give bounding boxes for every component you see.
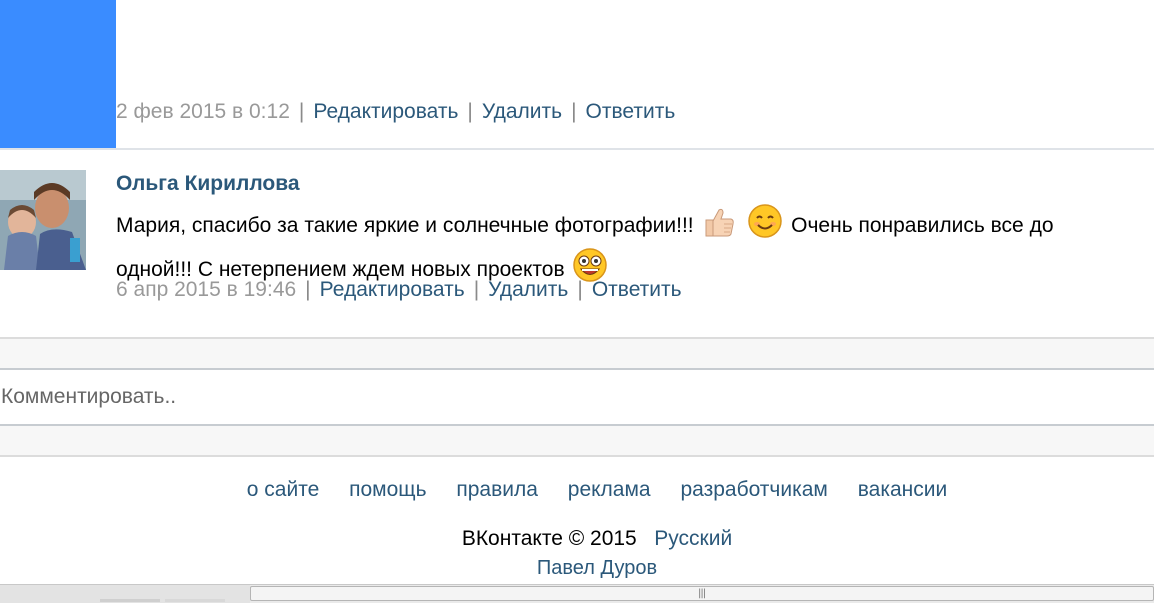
comment-date[interactable]: 6 апр 2015 в 19:46	[116, 278, 296, 301]
reply-link[interactable]: Ответить	[586, 100, 676, 123]
scrollbar-track-segment	[100, 599, 160, 602]
avatar-photo	[0, 170, 86, 270]
comment-box-bottom-band	[0, 424, 1154, 457]
language-link[interactable]: Русский	[654, 527, 732, 550]
author-link[interactable]: Павел Дуров	[537, 557, 657, 579]
footer-link-help[interactable]: помощь	[349, 478, 426, 501]
delete-link[interactable]: Удалить	[482, 100, 562, 123]
edit-link[interactable]: Редактировать	[313, 100, 458, 123]
thumbs-up-icon	[702, 206, 736, 248]
footer-copyright-row: ВКонтакте © 2015 Русский	[0, 527, 1154, 551]
separator: |	[467, 100, 473, 123]
scrollbar-track-segment	[165, 599, 225, 602]
grip-icon: |||	[698, 588, 706, 599]
separator: |	[577, 278, 583, 301]
footer-author-row: Павел Дуров	[0, 557, 1154, 580]
footer-nav: о сайте помощь правила реклама разработч…	[0, 478, 1154, 502]
footer-link-ads[interactable]: реклама	[568, 478, 651, 501]
comment-actions: 2 фев 2015 в 0:12 | Редактировать | Удалить |…	[116, 100, 675, 124]
footer-link-jobs[interactable]: вакансии	[858, 478, 948, 501]
copyright-text: ВКонтакте © 2015	[461, 527, 637, 550]
comment-author[interactable]: Ольга Кириллова	[116, 172, 300, 196]
separator: |	[305, 278, 311, 301]
delete-link[interactable]: Удалить	[488, 278, 568, 301]
separator: |	[571, 100, 577, 123]
reply-link[interactable]: Ответить	[592, 278, 682, 301]
avatar[interactable]	[0, 170, 86, 270]
smile-icon	[748, 204, 783, 248]
footer-link-rules[interactable]: правила	[456, 478, 538, 501]
footer-link-about[interactable]: о сайте	[247, 478, 320, 501]
comment-box-top-band	[0, 337, 1154, 370]
separator: |	[473, 278, 480, 301]
comment-actions: 6 апр 2015 в 19:46 | Редактировать | Удалить…	[116, 278, 682, 302]
comment-text-part: Мария, спасибо за такие яркие и солнечны…	[116, 214, 694, 237]
footer-link-developers[interactable]: разработчикам	[680, 478, 827, 501]
comment-input[interactable]	[0, 370, 1154, 424]
scrollbar-thumb[interactable]: |||	[250, 586, 1154, 601]
divider	[0, 148, 1154, 150]
edit-link[interactable]: Редактировать	[320, 278, 465, 301]
comment-date[interactable]: 2 фев 2015 в 0:12	[116, 100, 290, 123]
avatar[interactable]	[0, 0, 116, 148]
horizontal-scrollbar[interactable]: |||	[0, 584, 1154, 603]
separator: |	[298, 100, 305, 123]
